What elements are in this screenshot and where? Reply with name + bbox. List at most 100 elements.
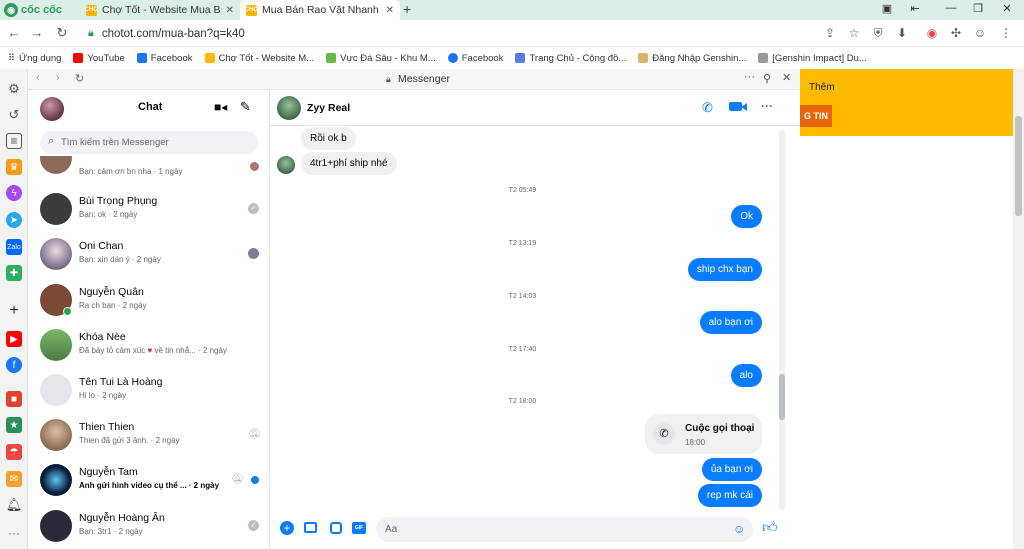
- messenger-icon[interactable]: ϟ: [6, 185, 22, 201]
- new-tab-icon[interactable]: +: [403, 1, 411, 17]
- search-input[interactable]: ⌕ Tìm kiếm trên Messenger: [40, 131, 258, 154]
- conversation-avatar: [40, 156, 72, 174]
- forward-icon[interactable]: →: [29, 25, 45, 40]
- contact-name[interactable]: Zyy Real: [307, 102, 350, 114]
- conversation-scrollbar[interactable]: [779, 130, 785, 510]
- bookmark-genshin-impact[interactable]: [Genshin Impact] Du...: [758, 53, 867, 64]
- compose-icon[interactable]: ✎: [240, 99, 251, 115]
- more-actions-icon[interactable]: +: [280, 521, 294, 535]
- panel-back-icon[interactable]: ‹: [36, 72, 40, 84]
- puzzle-icon[interactable]: ✣: [948, 26, 964, 40]
- conversation-item[interactable]: Thien Thien Thien đã gửi 3 ảnh. · 2 ngày…: [28, 413, 269, 458]
- message-outgoing[interactable]: alo bạn ơi: [699, 311, 762, 334]
- bookmark-facebook[interactable]: Facebook: [136, 53, 193, 64]
- conversation-info-icon[interactable]: ···: [761, 99, 773, 113]
- message-outgoing[interactable]: ship chx bạn: [687, 258, 762, 281]
- facebook-icon[interactable]: f: [6, 357, 22, 373]
- timestamp: T2 17:40: [508, 346, 537, 353]
- adblock-icon[interactable]: ⛨: [870, 26, 886, 41]
- conversation-item[interactable]: Bạn: cảm ơn bn nha · 1 ngày: [28, 156, 269, 181]
- add-icon[interactable]: +: [6, 302, 22, 319]
- message-outgoing[interactable]: Ok: [731, 205, 762, 228]
- tab-search-icon[interactable]: ▣: [878, 2, 896, 15]
- message-outgoing[interactable]: ủa bạn ơi: [701, 458, 762, 481]
- gift-icon[interactable]: ✉: [6, 471, 22, 487]
- message-incoming[interactable]: Rồi ok b: [301, 127, 356, 150]
- page-scrollbar-thumb[interactable]: [1015, 116, 1022, 216]
- bookmark-trang-chu[interactable]: Trang Chủ - Cộng đồ...: [515, 53, 626, 64]
- conversation-item[interactable]: Nguyễn Quân Ra ch bạn · 2 ngày: [28, 278, 269, 323]
- notes-icon[interactable]: ≡: [6, 133, 22, 149]
- more-link[interactable]: Thêm: [809, 82, 835, 93]
- settings-icon[interactable]: ⚙: [6, 81, 22, 97]
- bookmark-chotot[interactable]: Chợ Tốt - Website M...: [204, 53, 314, 64]
- back-arrow-icon[interactable]: ⇤: [906, 2, 924, 15]
- message-input[interactable]: Aa ☺: [376, 517, 753, 542]
- telegram-icon[interactable]: ➤: [6, 212, 22, 228]
- gif-icon[interactable]: GIF: [352, 522, 366, 534]
- message-incoming[interactable]: 4tr1+phí ship nhé: [301, 152, 397, 175]
- post-button[interactable]: G TIN: [800, 105, 832, 127]
- bookmark-youtube[interactable]: YouTube: [73, 53, 125, 64]
- emoji-icon[interactable]: ☺: [733, 522, 745, 536]
- conversation-item[interactable]: Tên Tui Là Hoàng Hi lo · 2 ngày: [28, 368, 269, 413]
- panel-forward-icon[interactable]: ›: [56, 72, 60, 84]
- bookmark-facebook-2[interactable]: Facebook: [447, 53, 503, 64]
- voice-call-icon[interactable]: ✆: [702, 100, 713, 116]
- minimize-icon[interactable]: —: [942, 2, 960, 14]
- coccoc-logo[interactable]: ◉ cốc cốc: [4, 2, 62, 18]
- youtube-icon[interactable]: ▶: [6, 331, 22, 347]
- call-log-bubble[interactable]: ✆ Cuộc gọi thoại 18:00: [645, 414, 762, 454]
- conversation-item[interactable]: Oni Chan Bạn: xin dán ý · 2 ngày: [28, 232, 269, 277]
- star-icon[interactable]: ☆: [846, 26, 862, 40]
- extension-icon[interactable]: ◉: [924, 26, 940, 40]
- new-video-call-icon[interactable]: ■◂: [214, 100, 227, 114]
- image-attach-icon[interactable]: [304, 522, 317, 533]
- scrollbar-thumb[interactable]: [779, 374, 785, 420]
- conversation-item[interactable]: Nguyễn Tam Anh gửi hình video cụ thể ...…: [28, 458, 269, 503]
- pin-icon[interactable]: ⚲: [763, 72, 771, 85]
- zalo-icon[interactable]: Zalo: [6, 239, 22, 255]
- maximize-icon[interactable]: ❐: [969, 2, 987, 15]
- tab-chotot-1[interactable]: CHỢ Chợ Tốt - Website Mua Bán, ✕: [80, 0, 240, 20]
- back-icon[interactable]: ←: [6, 25, 22, 40]
- notification-icon[interactable]: 🔔︎: [6, 497, 23, 513]
- conversation-item[interactable]: Nguyễn Hoàng Ân Bạn: 3tr1 · 2 ngày ✓: [28, 504, 269, 549]
- crown-icon[interactable]: ♛: [6, 159, 22, 175]
- conversation-item[interactable]: Bùi Trọng Phụng Bạn: ok · 2 ngày ✓: [28, 187, 269, 232]
- sender-avatar: [277, 156, 295, 174]
- app-icon[interactable]: ■: [6, 391, 22, 407]
- bookmark-genshin-login[interactable]: Đăng Nhập Genshin...: [638, 53, 746, 64]
- vn-app-icon[interactable]: ★: [6, 417, 22, 433]
- close-tab-icon[interactable]: ✕: [386, 5, 394, 16]
- facebook-icon: [136, 53, 147, 63]
- sticker-icon[interactable]: [330, 522, 342, 534]
- more-icon[interactable]: ···: [6, 525, 22, 541]
- panel-reload-icon[interactable]: ↻: [75, 72, 84, 85]
- message-outgoing[interactable]: rep mk cái: [697, 484, 762, 507]
- menu-icon[interactable]: ⋮: [998, 26, 1014, 40]
- tab-chotot-2[interactable]: CHỢ Mua Bán Rao Vặt Nhanh Chó ✕: [240, 0, 400, 20]
- history-icon[interactable]: ↺: [6, 107, 22, 123]
- panel-more-icon[interactable]: ···: [744, 71, 755, 83]
- conversation-name: Tên Tui Là Hoàng: [79, 376, 163, 388]
- message-outgoing[interactable]: alo: [730, 364, 762, 387]
- contact-avatar[interactable]: [277, 96, 301, 120]
- reload-icon[interactable]: ↻: [54, 25, 70, 41]
- avatar-icon[interactable]: ☺: [972, 26, 988, 40]
- close-window-icon[interactable]: ✕: [998, 2, 1016, 15]
- user-avatar[interactable]: [40, 97, 64, 121]
- url-field[interactable]: 🔒︎ chotot.com/mua-ban?q=k40: [88, 24, 788, 43]
- panel-close-icon[interactable]: ✕: [782, 71, 791, 84]
- conversation-item[interactable]: Khóa Nèe Đã bày tỏ cảm xúc ♥ về tin nhắ.…: [28, 323, 269, 368]
- conversation-avatar: [40, 329, 72, 361]
- close-tab-icon[interactable]: ✕: [226, 5, 234, 16]
- shop-icon[interactable]: ☂: [6, 444, 22, 460]
- like-icon[interactable]: 👍︎: [762, 519, 778, 537]
- bookmark-apps[interactable]: ⠿ Ứng dụng: [8, 53, 61, 64]
- gamepad-icon[interactable]: ✚: [6, 265, 22, 281]
- lock-icon: 🔒︎: [88, 27, 94, 39]
- download-icon[interactable]: ⬇: [894, 26, 910, 40]
- bookmark-vuc-da-sau[interactable]: Vực Đá Sâu - Khu M...: [326, 53, 436, 64]
- share-icon[interactable]: ⇪: [822, 26, 838, 40]
